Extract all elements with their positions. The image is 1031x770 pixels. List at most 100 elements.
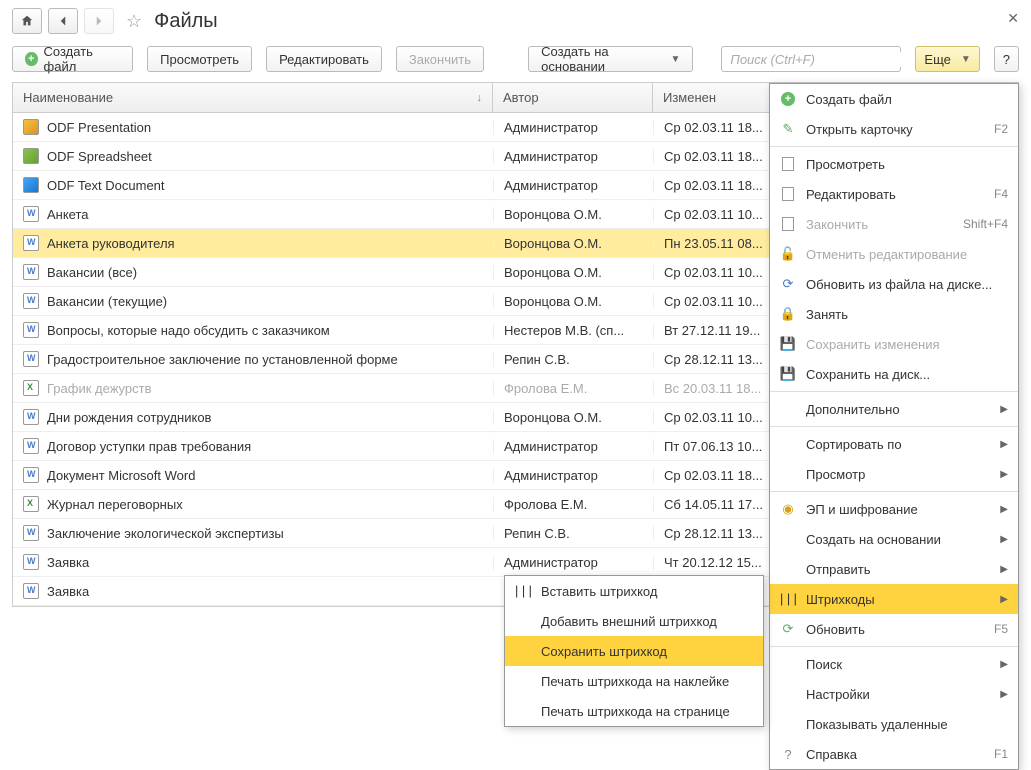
help-button[interactable]: ?	[994, 46, 1019, 72]
more-menu: +Создать файл✎Открыть карточкуF2Просмотр…	[769, 83, 1019, 770]
menu-item[interactable]: |||Штрихкоды▶	[770, 584, 1018, 614]
menu-shortcut: F2	[994, 122, 1008, 136]
menu-label: Занять	[806, 307, 1008, 322]
menu-item[interactable]: Дополнительно ▶	[770, 394, 1018, 424]
file-name: Вакансии (текущие)	[47, 294, 167, 309]
file-name: Заключение экологической экспертизы	[47, 526, 284, 541]
menu-label: Создать на основании	[806, 532, 990, 547]
menu-label: ЭП и шифрование	[806, 502, 990, 517]
file-icon	[23, 496, 39, 512]
menu-icon	[515, 703, 531, 719]
file-icon	[23, 206, 39, 222]
menu-icon	[780, 401, 796, 417]
edit-button[interactable]: Редактировать	[266, 46, 382, 72]
menu-icon	[780, 531, 796, 547]
menu-label: Сохранить на диск...	[806, 367, 1008, 382]
menu-item[interactable]: +Создать файл	[770, 84, 1018, 114]
submenu-item[interactable]: |||Вставить штрихкод	[505, 576, 763, 606]
menu-item[interactable]: Создать на основании▶	[770, 524, 1018, 554]
submenu-item[interactable]: Сохранить штрихкод	[505, 636, 763, 666]
search-input[interactable]	[722, 52, 916, 67]
more-button[interactable]: Еще▼	[915, 46, 979, 72]
file-icon	[23, 119, 39, 135]
file-author: Воронцова О.М.	[493, 294, 653, 309]
menu-item[interactable]: ЗакончитьShift+F4	[770, 209, 1018, 239]
file-name: График дежурств	[47, 381, 151, 396]
file-icon	[23, 380, 39, 396]
file-name: Заявка	[47, 555, 89, 570]
file-author: Администратор	[493, 439, 653, 454]
create-based-button[interactable]: Создать на основании▼	[528, 46, 693, 72]
file-author: Репин С.В.	[493, 352, 653, 367]
menu-label: Настройки	[806, 687, 990, 702]
menu-item[interactable]: 💾Сохранить изменения	[770, 329, 1018, 359]
menu-icon	[780, 186, 796, 202]
chevron-right-icon: ▶	[1000, 689, 1008, 700]
file-icon	[23, 525, 39, 541]
barcode-submenu: |||Вставить штрихкодДобавить внешний штр…	[504, 575, 764, 727]
search-input-wrap: ×	[721, 46, 901, 72]
submenu-item[interactable]: Добавить внешний штрихкод	[505, 606, 763, 636]
menu-item[interactable]: ⟳Обновить из файла на диске...	[770, 269, 1018, 299]
menu-label: Сохранить штрихкод	[541, 644, 753, 659]
menu-item[interactable]: Просмотр▶	[770, 459, 1018, 489]
menu-item[interactable]: ?СправкаF1	[770, 739, 1018, 769]
file-name: Журнал переговорных	[47, 497, 183, 512]
menu-icon: 🔓	[780, 246, 796, 262]
chevron-right-icon: ▶	[1000, 594, 1008, 605]
column-author[interactable]: Автор	[493, 83, 653, 112]
file-name: Дни рождения сотрудников	[47, 410, 211, 425]
file-name: Анкета руководителя	[47, 236, 175, 251]
menu-item[interactable]: 💾Сохранить на диск...	[770, 359, 1018, 389]
menu-icon	[515, 673, 531, 689]
menu-icon	[515, 643, 531, 659]
menu-item[interactable]: Просмотреть	[770, 149, 1018, 179]
file-author: Воронцова О.М.	[493, 236, 653, 251]
menu-item[interactable]: Настройки ▶	[770, 679, 1018, 709]
submenu-item[interactable]: Печать штрихкода на наклейке	[505, 666, 763, 696]
file-author: Администратор	[493, 120, 653, 135]
menu-label: Открыть карточку	[806, 122, 984, 137]
menu-item[interactable]: РедактироватьF4	[770, 179, 1018, 209]
menu-icon	[780, 686, 796, 702]
chevron-right-icon: ▶	[1000, 504, 1008, 515]
menu-icon	[515, 613, 531, 629]
menu-icon: 🔒	[780, 306, 796, 322]
menu-label: Дополнительно	[806, 402, 990, 417]
file-author: Воронцова О.М.	[493, 265, 653, 280]
column-name[interactable]: Наименование↓	[13, 83, 493, 112]
chevron-right-icon: ▶	[1000, 404, 1008, 415]
menu-item[interactable]: 🔓Отменить редактирование	[770, 239, 1018, 269]
menu-item[interactable]: 🔒 Занять	[770, 299, 1018, 329]
create-file-button[interactable]: +Создать файл	[12, 46, 133, 72]
file-icon	[23, 322, 39, 338]
home-button[interactable]	[12, 8, 42, 34]
menu-item[interactable]: ◉ ЭП и шифрование ▶	[770, 494, 1018, 524]
close-button[interactable]: ✕	[1007, 10, 1019, 27]
menu-item[interactable]: Показывать удаленные	[770, 709, 1018, 739]
menu-shortcut: F5	[994, 622, 1008, 636]
menu-label: Обновить из файла на диске...	[806, 277, 1008, 292]
menu-item[interactable]: Отправить▶	[770, 554, 1018, 584]
file-icon	[23, 438, 39, 454]
menu-item[interactable]: ⟳ОбновитьF5	[770, 614, 1018, 644]
menu-icon	[780, 561, 796, 577]
file-icon	[23, 467, 39, 483]
submenu-item[interactable]: Печать штрихкода на странице	[505, 696, 763, 726]
page-title: Файлы	[154, 10, 218, 33]
menu-icon: |||	[515, 583, 531, 599]
menu-icon	[780, 716, 796, 732]
view-button[interactable]: Просмотреть	[147, 46, 252, 72]
menu-icon: |||	[780, 591, 796, 607]
forward-button[interactable]	[84, 8, 114, 34]
favorite-icon[interactable]: ☆	[126, 11, 142, 32]
menu-icon: ◉	[780, 501, 796, 517]
file-author: Фролова Е.М.	[493, 497, 653, 512]
back-button[interactable]	[48, 8, 78, 34]
menu-item[interactable]: ✎Открыть карточкуF2	[770, 114, 1018, 144]
menu-item[interactable]: Поиск▶	[770, 649, 1018, 679]
file-author: Репин С.В.	[493, 526, 653, 541]
menu-item[interactable]: Сортировать по▶	[770, 429, 1018, 459]
file-icon	[23, 351, 39, 367]
finish-button[interactable]: Закончить	[396, 46, 484, 72]
